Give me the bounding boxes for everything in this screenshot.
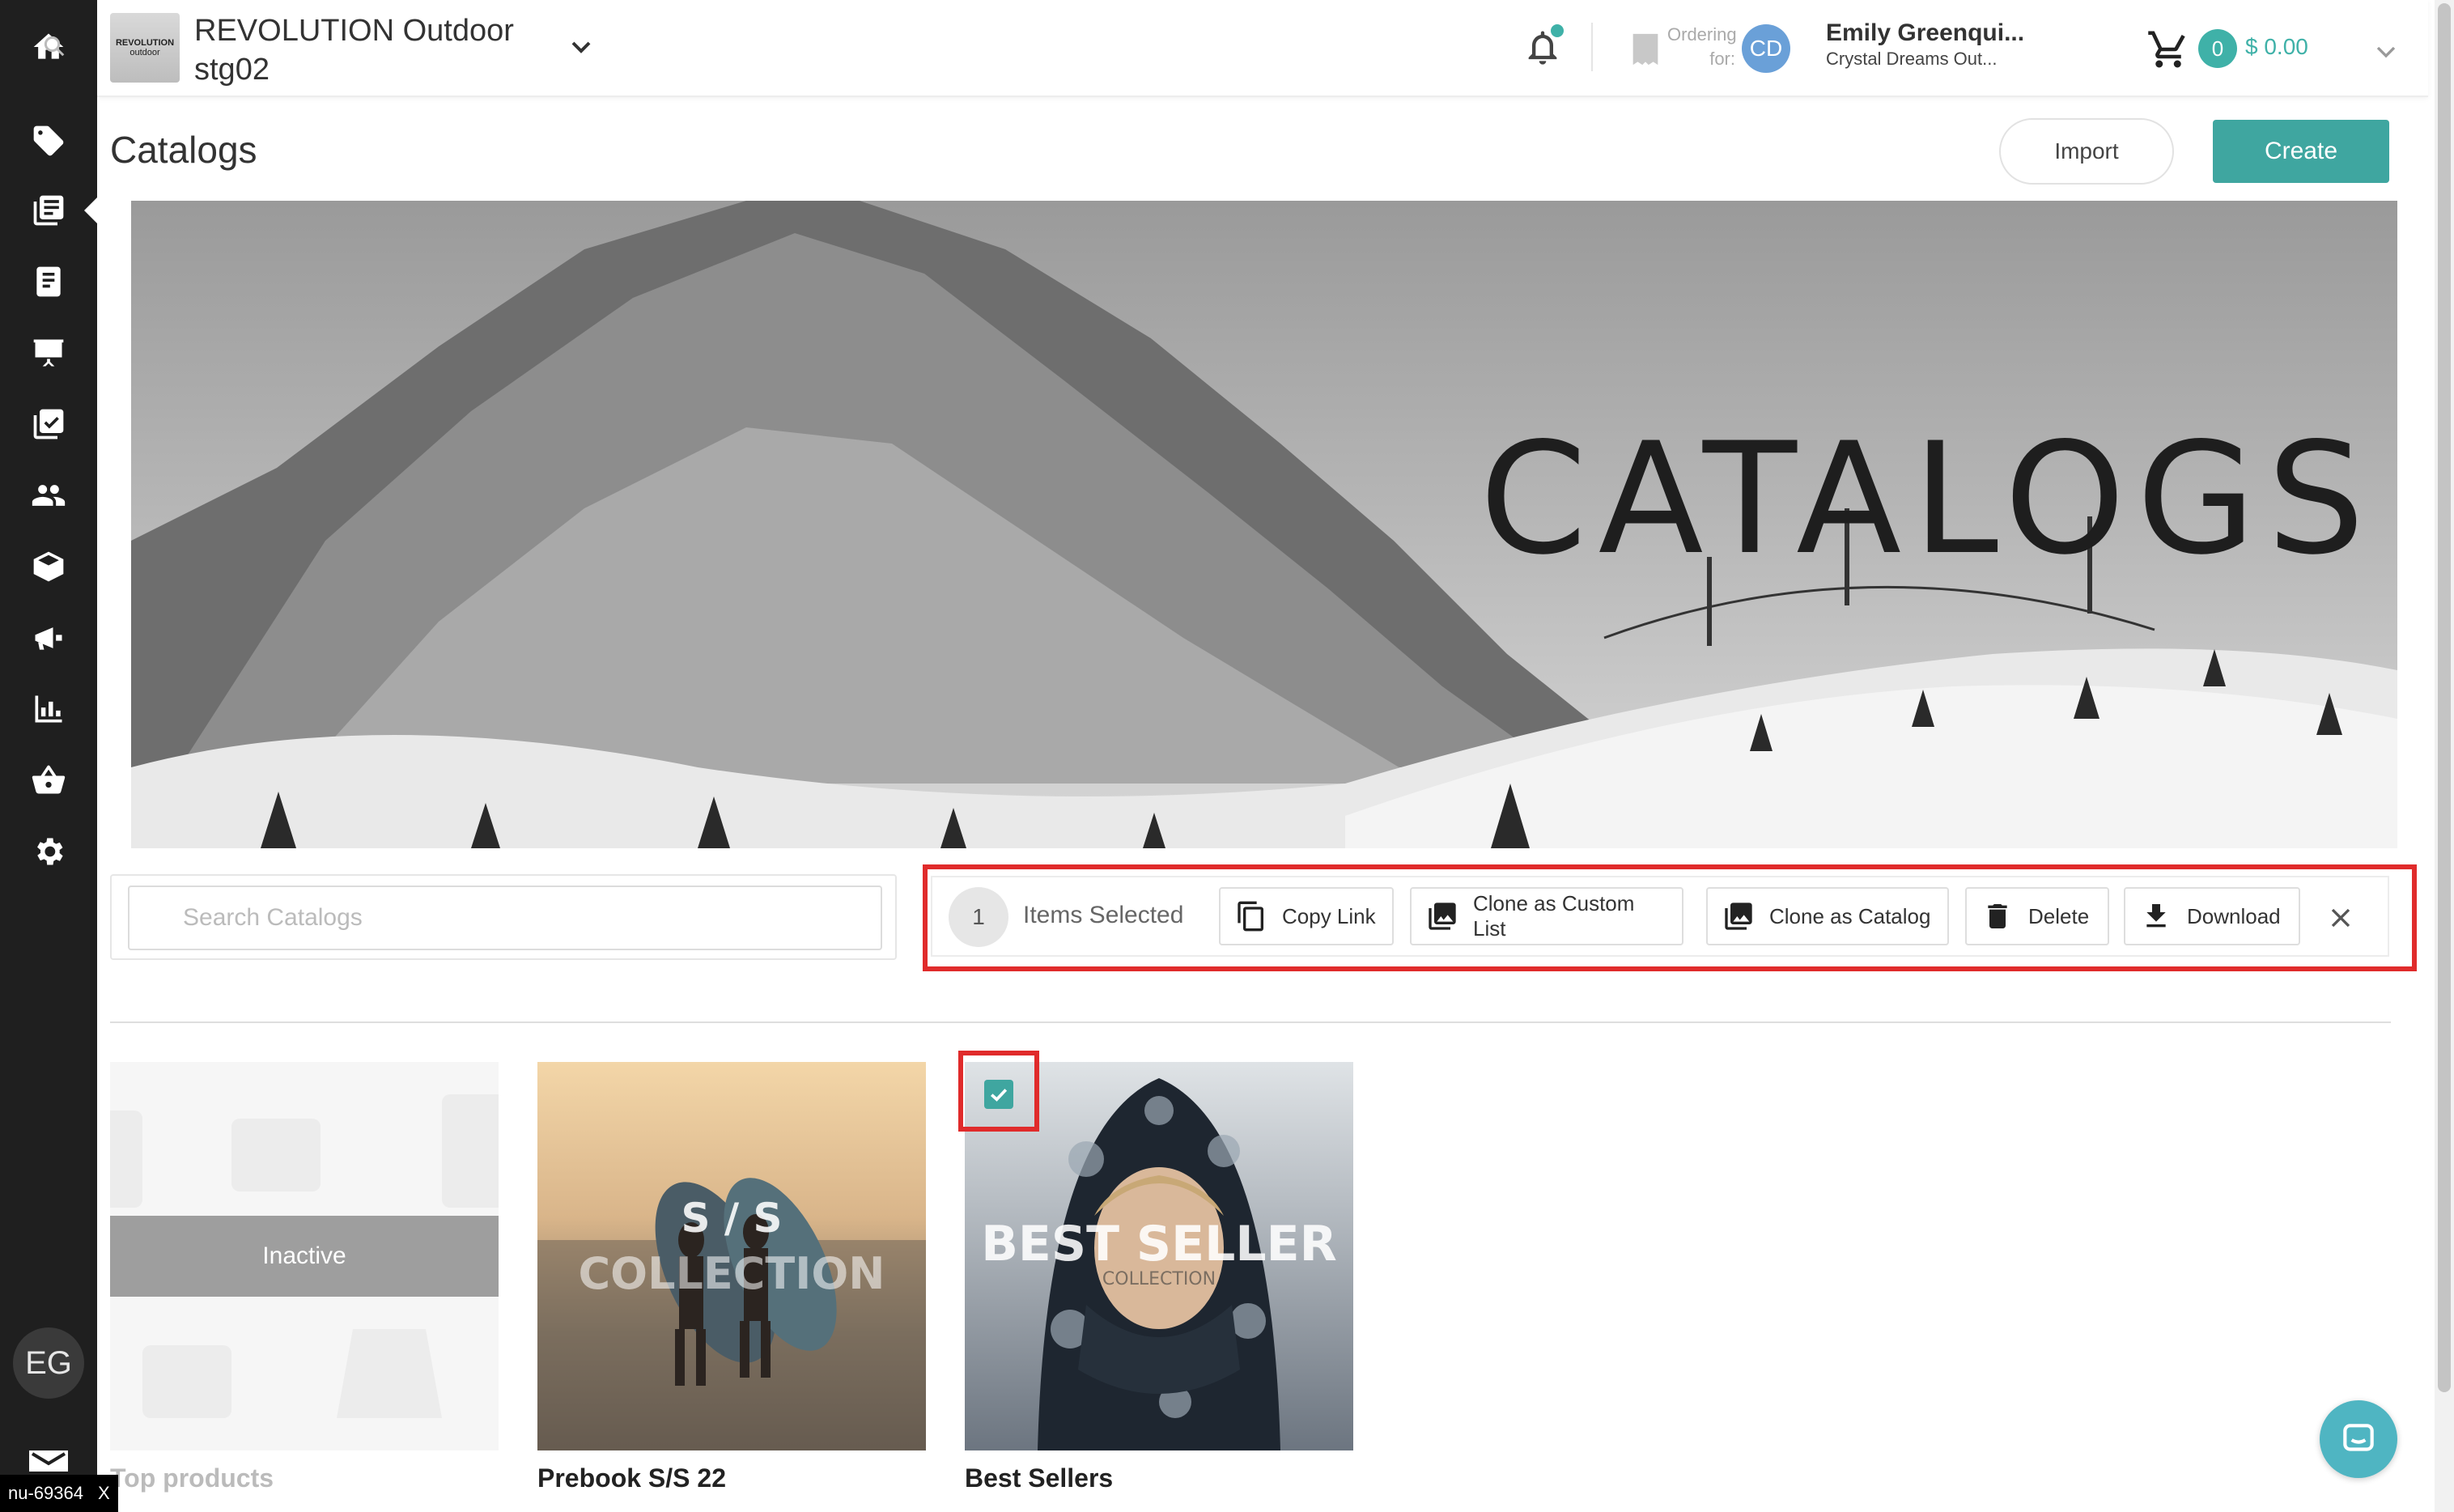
checklist-icon[interactable] <box>29 405 68 444</box>
topbar-divider <box>1591 23 1593 71</box>
banner-title: CATALOGS <box>1480 410 2376 588</box>
cart-icon[interactable] <box>2146 28 2190 71</box>
close-icon[interactable] <box>2325 902 2357 934</box>
card-overlay-title: BEST SELLER <box>981 1216 1337 1272</box>
search-icon <box>44 36 65 57</box>
collapse-icon[interactable] <box>29 1449 68 1473</box>
reports-icon[interactable] <box>29 690 68 728</box>
trash-icon <box>1988 904 2007 928</box>
search-container <box>110 874 897 960</box>
download-label: Download <box>2187 903 2281 928</box>
section-divider <box>110 1021 2391 1023</box>
import-button[interactable]: Import <box>1999 118 2174 185</box>
brand-name[interactable]: REVOLUTION Outdoor stg02 <box>194 11 550 89</box>
notification-dot <box>1551 24 1564 37</box>
copy-link-label: Copy Link <box>1282 903 1376 928</box>
cart-total[interactable]: $ 0.00 <box>2245 34 2308 60</box>
download-icon <box>2146 904 2166 928</box>
card-overlay-title: S / S <box>681 1195 783 1242</box>
customer-avatar[interactable]: CD <box>1742 24 1790 73</box>
checkmark-icon <box>990 1089 1008 1102</box>
clone-as-custom-list-button[interactable]: Clone as Custom List <box>1410 887 1683 945</box>
delete-button[interactable]: Delete <box>1965 887 2109 945</box>
environment-tag: nu-69364 X <box>0 1475 118 1512</box>
catalogs-banner: CATALOGS <box>131 201 2397 848</box>
environment-close[interactable]: X <box>98 1483 110 1504</box>
sidebar: EG <box>0 0 97 1512</box>
environment-id: nu-69364 <box>8 1483 83 1503</box>
customer-company-name[interactable]: Crystal Dreams Out... <box>1826 49 1997 70</box>
inactive-status-badge: Inactive <box>110 1216 499 1297</box>
marketing-icon[interactable] <box>29 618 68 657</box>
chat-icon <box>2343 1424 2374 1451</box>
image-stack-icon <box>1725 903 1752 930</box>
tag-icon[interactable] <box>29 121 68 160</box>
customers-icon[interactable] <box>29 476 68 515</box>
brand-logo[interactable]: REVOLUTION outdoor <box>110 13 180 83</box>
presentation-icon[interactable] <box>29 333 68 372</box>
card-overlay-subtitle: COLLECTION <box>578 1248 885 1299</box>
user-avatar[interactable]: EG <box>13 1327 84 1399</box>
search-input[interactable] <box>128 886 882 950</box>
catalogs-icon[interactable] <box>29 191 68 230</box>
cart-count-badge: 0 <box>2198 29 2237 68</box>
download-button[interactable]: Download <box>2124 887 2300 945</box>
card-overlay-subtitle: COLLECTION <box>1102 1269 1216 1289</box>
top-bar: REVOLUTION outdoor REVOLUTION Outdoor st… <box>97 0 2428 97</box>
create-button[interactable]: Create <box>2213 120 2389 183</box>
clone-as-catalog-button[interactable]: Clone as Catalog <box>1706 887 1949 945</box>
delete-label: Delete <box>2028 903 2090 928</box>
basket-icon[interactable] <box>29 761 68 800</box>
copy-link-button[interactable]: Copy Link <box>1219 887 1394 945</box>
page-title: Catalogs <box>110 129 257 171</box>
image-stack-icon <box>1429 903 1456 930</box>
catalog-name[interactable]: Best Sellers <box>965 1463 1113 1493</box>
catalog-card-prebook[interactable]: S / S COLLECTION <box>537 1062 926 1450</box>
catalog-checkbox[interactable] <box>984 1080 1013 1109</box>
customer-contact-name[interactable]: Emily Greenqui... <box>1826 19 2024 47</box>
chat-support-button[interactable] <box>2320 1400 2397 1478</box>
products-icon[interactable] <box>29 547 68 586</box>
copy-icon <box>1238 901 1263 932</box>
account-chevron-down-icon[interactable] <box>2370 36 2402 68</box>
active-indicator <box>84 197 97 223</box>
clone-as-custom-list-label: Clone as Custom List <box>1473 891 1635 941</box>
orders-icon[interactable] <box>29 262 68 301</box>
catalog-name[interactable]: Prebook S/S 22 <box>537 1463 726 1493</box>
chevron-down-icon[interactable] <box>565 31 597 63</box>
order-form-icon[interactable] <box>1627 31 1664 68</box>
catalog-card-top-products[interactable]: Inactive <box>110 1062 499 1450</box>
catalog-name[interactable]: Top products <box>110 1463 274 1493</box>
clone-as-catalog-label: Clone as Catalog <box>1769 903 1931 928</box>
selected-label: Items Selected <box>1023 902 1184 928</box>
selected-count: 1 <box>949 887 1008 947</box>
ordering-for-label: Ordering for: <box>1667 24 1737 69</box>
scrollbar-thumb[interactable] <box>2438 3 2451 1392</box>
settings-icon[interactable] <box>29 832 68 871</box>
